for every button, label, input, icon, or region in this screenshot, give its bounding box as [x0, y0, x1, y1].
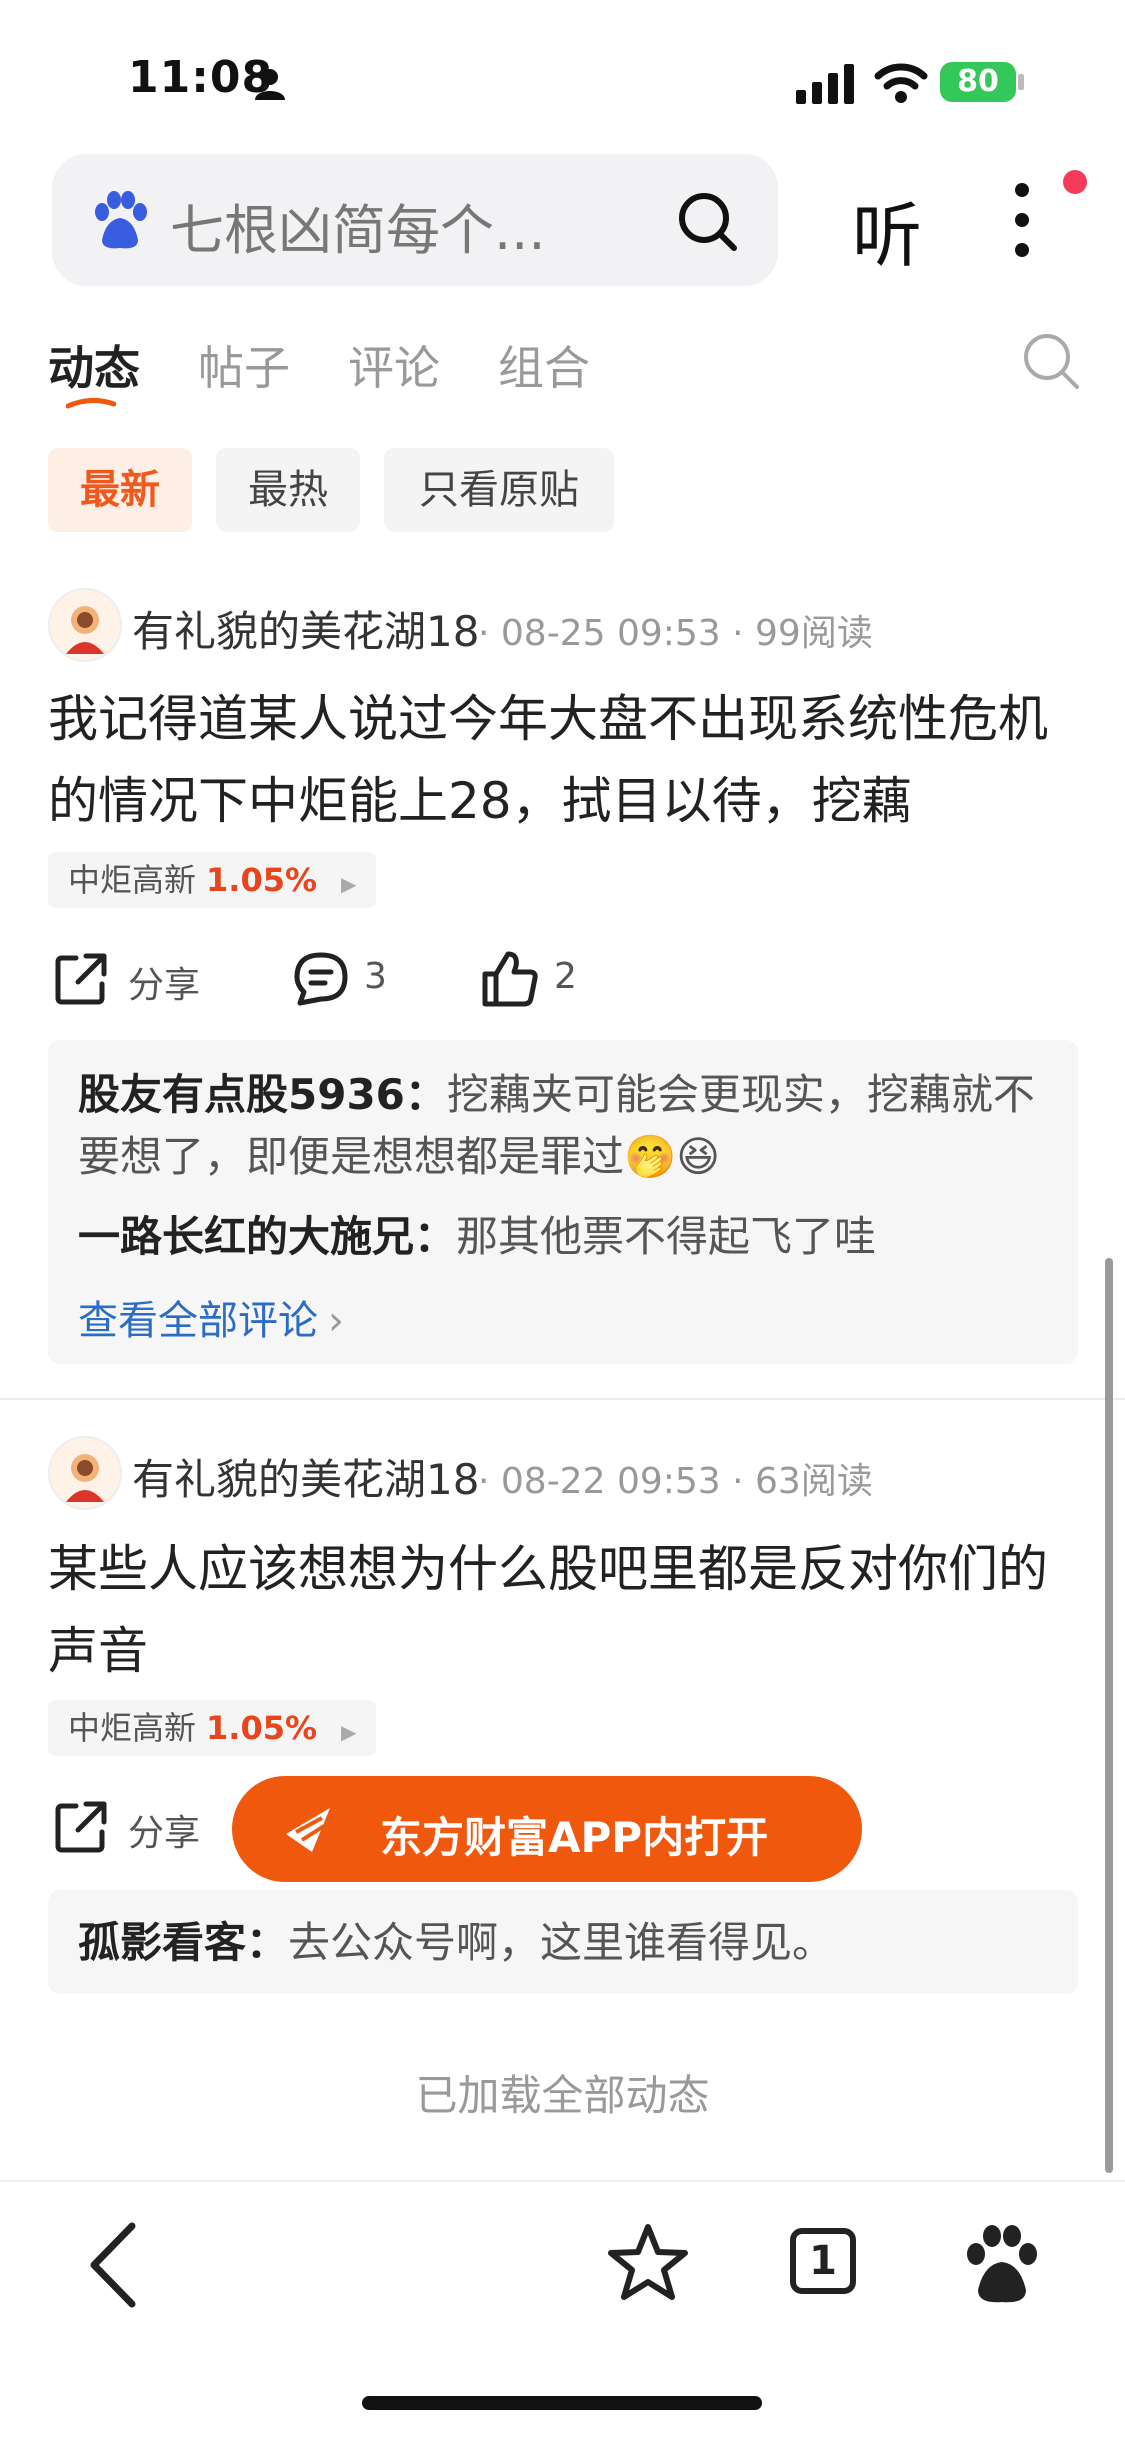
comment-user[interactable]: 一路长红的大施兄	[78, 1212, 414, 1261]
share-icon[interactable]	[52, 950, 110, 1008]
tab-portfolio[interactable]: 组合	[498, 332, 590, 398]
notification-dot	[1063, 170, 1087, 194]
more-options-icon[interactable]	[1010, 180, 1034, 260]
person-icon	[255, 69, 285, 100]
like-icon[interactable]	[480, 950, 540, 1008]
battery-tip	[1018, 74, 1024, 90]
baidu-paw-icon	[95, 191, 147, 249]
like-count[interactable]: 2	[554, 956, 577, 997]
post-author[interactable]: 有礼貌的美花湖18	[132, 598, 479, 659]
stock-name: 中炬高新	[68, 861, 197, 899]
comment-user[interactable]: 股友有点股5936	[78, 1070, 405, 1119]
filter-latest[interactable]: 最新	[48, 448, 192, 532]
stock-name: 中炬高新	[68, 1709, 197, 1747]
all-loaded-text: 已加载全部动态	[415, 2071, 710, 2120]
open-in-app-label[interactable]: 东方财富APP内打开	[380, 1804, 768, 1865]
share-label[interactable]: 分享	[128, 956, 200, 1008]
chevron-right-icon: ›	[328, 1298, 344, 1344]
play-arrow-icon: ▶	[341, 872, 357, 896]
stock-change: 1.05%	[206, 861, 318, 899]
comment-item[interactable]: 股友有点股5936：挖藕夹可能会更现实，挖藕就不要想了，即便是想想都是罪过🤭😆	[78, 1064, 1058, 1188]
share-label[interactable]: 分享	[128, 1804, 200, 1856]
comment-user[interactable]: 孤影看客	[78, 1918, 246, 1967]
stock-change: 1.05%	[206, 1709, 318, 1747]
stock-tag[interactable]: 中炬高新 1.05% ▶	[48, 1700, 377, 1756]
avatar[interactable]	[48, 588, 122, 662]
post-author[interactable]: 有礼貌的美花湖18	[132, 1446, 479, 1507]
scrollbar[interactable]	[1105, 1258, 1113, 2173]
filter-hottest[interactable]: 最热	[216, 448, 360, 532]
tab-active-indicator	[66, 398, 116, 409]
home-indicator[interactable]	[362, 2396, 762, 2410]
cellular-signal-icon	[796, 64, 854, 104]
post-text[interactable]: 某些人应该想想为什么股吧里都是反对你们的声音	[48, 1528, 1088, 1692]
tab-posts[interactable]: 帖子	[198, 332, 290, 398]
comment-item[interactable]: 孤影看客：去公众号啊，这里谁看得见。	[78, 1912, 1058, 1974]
post-divider	[0, 1398, 1125, 1400]
play-arrow-icon: ▶	[341, 1720, 357, 1744]
comment-text: 去公众号啊，这里谁看得见。	[288, 1918, 835, 1967]
avatar[interactable]	[48, 1436, 122, 1510]
favorite-star-icon[interactable]	[606, 2222, 690, 2304]
comment-count[interactable]: 3	[364, 956, 387, 997]
post-meta: · 08-25 09:53 · 99阅读	[478, 613, 873, 654]
wifi-icon	[874, 63, 928, 103]
open-in-app-button[interactable]: 东方财富APP内打开	[232, 1776, 862, 1882]
post-text[interactable]: 我记得道某人说过今年大盘不出现系统性危机的情况下中炬能上28，拭目以待，挖藕	[48, 678, 1088, 842]
stock-tag[interactable]: 中炬高新 1.05% ▶	[48, 852, 377, 908]
post-meta: · 08-22 09:53 · 63阅读	[478, 1461, 873, 1502]
search-icon[interactable]	[676, 190, 740, 254]
listen-button[interactable]: 听	[852, 180, 922, 281]
comment-icon[interactable]	[292, 950, 350, 1008]
tab-comments[interactable]: 评论	[348, 332, 440, 398]
view-all-comments-link[interactable]: 查看全部评论 ›	[78, 1288, 344, 1346]
comment-item[interactable]: 一路长红的大施兄：那其他票不得起飞了哇	[78, 1206, 1058, 1268]
filter-original-only[interactable]: 只看原贴	[384, 448, 614, 532]
search-query[interactable]: 七根凶简每个...	[170, 186, 546, 265]
baidu-home-icon[interactable]	[962, 2222, 1042, 2306]
tab-search-icon[interactable]	[1020, 330, 1082, 392]
tabs-count-button[interactable]: 1	[790, 2228, 856, 2294]
share-icon[interactable]	[52, 1798, 110, 1856]
battery-indicator: 80	[940, 62, 1016, 102]
back-icon[interactable]	[84, 2220, 140, 2310]
eastmoney-logo-icon	[286, 1808, 330, 1852]
tab-dynamic[interactable]: 动态	[48, 332, 140, 398]
comment-text: 那其他票不得起飞了哇	[456, 1212, 877, 1261]
